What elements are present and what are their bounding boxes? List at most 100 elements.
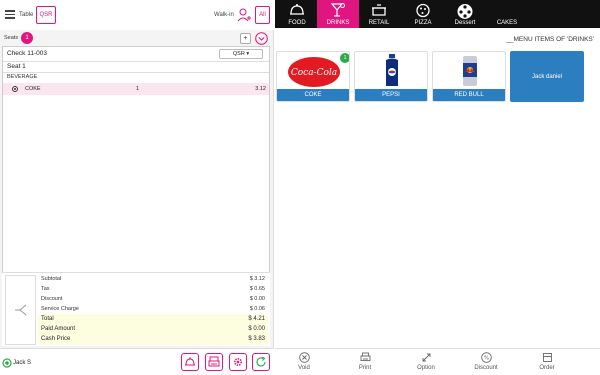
- void-button[interactable]: Void: [279, 352, 329, 371]
- settings-button[interactable]: [229, 353, 247, 371]
- void-label: Void: [298, 365, 310, 371]
- pizza-icon: [416, 3, 430, 18]
- pot-icon: [372, 4, 386, 16]
- service-charge-value: $ 0.06: [249, 306, 265, 312]
- svg-text:Coca-Cola: Coca-Cola: [291, 68, 337, 78]
- total-row: Total $ 4.21: [38, 314, 268, 324]
- cloche-icon: [290, 4, 304, 15]
- table-row[interactable]: COKE 1 3.12: [3, 83, 269, 95]
- void-icon: [298, 352, 310, 363]
- divider: [3, 72, 269, 73]
- cash-price-value: $ 3.83: [248, 336, 265, 342]
- menu-icon[interactable]: [5, 10, 15, 21]
- check-title: Check 11-003: [7, 50, 47, 57]
- discount-value: $ 0.00: [249, 296, 265, 302]
- svg-text:%: %: [483, 356, 488, 362]
- print-button[interactable]: Print: [340, 352, 390, 371]
- walkin-label: Walk-in: [214, 12, 234, 18]
- order-icon: [542, 353, 552, 362]
- item-name: COKE: [25, 86, 41, 92]
- category-label: Dessert: [454, 20, 476, 26]
- paid-amount-label: Paid Amount: [41, 326, 76, 332]
- category-food[interactable]: FOOD: [279, 0, 315, 28]
- red-bull-image: [463, 56, 477, 86]
- subtotal-row: Subtotal $ 3.12: [38, 274, 268, 284]
- cocktail-icon: [330, 3, 345, 17]
- category-drinks[interactable]: DRINKS: [317, 0, 359, 28]
- menu-item-label: Jack daniel: [531, 73, 563, 80]
- discount-row: Discount $ 0.00: [38, 294, 268, 304]
- menu-item-coke[interactable]: Coca-Cola 1 COKE: [276, 51, 350, 102]
- subtotal-value: $ 3.12: [249, 276, 265, 282]
- collapse-icon[interactable]: [255, 32, 268, 45]
- print-icon: [360, 352, 370, 361]
- category-cakes[interactable]: CAKES: [489, 0, 525, 28]
- all-button[interactable]: All: [255, 6, 270, 24]
- category-label: RETAIL: [368, 20, 390, 26]
- service-charge-label: Service Charge: [41, 306, 79, 312]
- split-icon: [14, 304, 26, 316]
- option-icon: [422, 353, 430, 362]
- pepsi-image: [386, 54, 398, 86]
- item-count-badge: 1: [340, 53, 349, 63]
- action-bar: Void Print Option % Discount Order: [275, 348, 600, 375]
- dine-in-button[interactable]: [181, 353, 199, 371]
- category-label: FOOD: [288, 20, 306, 26]
- paid-amount-value: $ 0.00: [248, 326, 265, 332]
- menu-item-label: PEPSI: [355, 89, 427, 101]
- menu-item-pepsi[interactable]: PEPSI: [354, 51, 428, 102]
- refresh-button[interactable]: [252, 353, 270, 371]
- menu-item-jack-daniel[interactable]: Jack daniel: [510, 51, 584, 102]
- refresh-icon: [256, 356, 266, 367]
- split-button[interactable]: [5, 275, 36, 345]
- tax-label: Tax: [41, 286, 50, 292]
- cash-price-row: Cash Price $ 3.83: [38, 334, 268, 345]
- total-value: $ 4.21: [248, 316, 265, 322]
- receipt-button[interactable]: [205, 353, 223, 371]
- dessert-icon: [457, 4, 473, 19]
- category-pizza[interactable]: PIZZA: [405, 0, 441, 28]
- category-label: PIZZA: [414, 20, 432, 26]
- discount-button[interactable]: % Discount: [461, 352, 511, 371]
- print-label: Print: [358, 365, 372, 371]
- table-label: Table: [19, 12, 34, 18]
- order-label: Order: [539, 365, 555, 371]
- customer-add-icon[interactable]: [236, 7, 252, 23]
- coke-image: Coca-Cola: [288, 57, 340, 87]
- option-button[interactable]: Option: [401, 352, 451, 371]
- divider: [3, 61, 269, 62]
- order-header: Table QSR Walk-in All: [0, 0, 274, 30]
- category-retail[interactable]: RETAIL: [361, 0, 397, 28]
- seat-label: Seat 1: [7, 63, 26, 70]
- cash-price-label: Cash Price: [41, 336, 71, 342]
- radio-icon[interactable]: [12, 86, 18, 92]
- order-button[interactable]: Order: [522, 352, 572, 371]
- seat-count-badge[interactable]: 1: [21, 32, 33, 44]
- discount-label: Discount: [474, 365, 498, 371]
- subtotal-label: Subtotal: [41, 276, 62, 282]
- total-label: Total: [41, 316, 54, 322]
- seats-label: Seats: [4, 35, 19, 41]
- table-button[interactable]: QSR: [36, 6, 56, 24]
- discount-icon: %: [480, 352, 492, 363]
- category-label: CAKES: [496, 20, 518, 26]
- add-seat-button[interactable]: +: [240, 33, 251, 44]
- menu-item-label: COKE: [277, 89, 349, 101]
- user-name: Jack S: [13, 360, 32, 366]
- menu-item-red-bull[interactable]: RED BULL: [432, 51, 506, 102]
- user-status-icon: [2, 358, 12, 368]
- service-charge-row: Service Charge $ 0.06: [38, 304, 268, 314]
- menu-item-label: RED BULL: [433, 89, 505, 101]
- order-type-select[interactable]: QSR ▾: [219, 49, 263, 59]
- category-label: DRINKS: [326, 20, 350, 26]
- paid-amount-row: Paid Amount $ 0.00: [38, 324, 268, 334]
- order-footer: Jack S: [0, 348, 274, 375]
- menu-title: __MENU ITEMS OF 'DRINKS': [506, 36, 594, 43]
- item-group-label: BEVERAGE: [7, 74, 38, 80]
- cloche-icon: [185, 357, 195, 366]
- totals-panel: Subtotal $ 3.12 Tax $ 0.65 Discount $ 0.…: [2, 272, 270, 346]
- seats-bar: Seats 1 +: [0, 30, 274, 46]
- discount-label: Discount: [41, 296, 63, 302]
- category-dessert[interactable]: Dessert: [447, 0, 483, 28]
- item-price: 3.12: [255, 86, 266, 92]
